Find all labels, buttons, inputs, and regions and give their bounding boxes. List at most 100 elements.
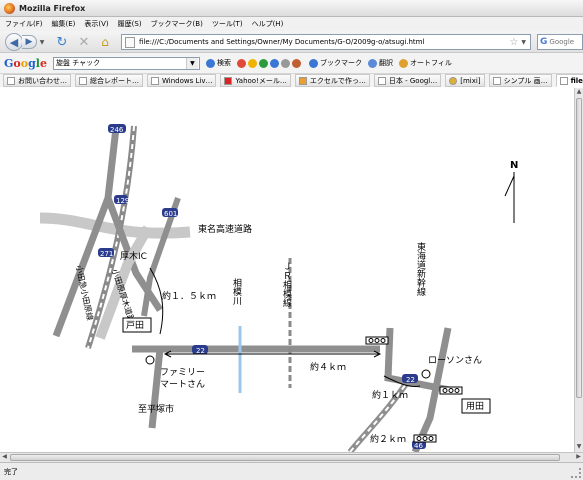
svg-text:129: 129 <box>116 197 129 205</box>
star-icon <box>308 58 318 68</box>
menu-file[interactable]: ファイル(F) <box>5 19 43 29</box>
access-map: N 246 129 601 271 22 22 46 東名高速道路 小田急小田原… <box>39 124 518 452</box>
to-hiratsuka-label: 至平塚市 <box>138 403 174 415</box>
menu-bookmarks[interactable]: ブックマーク(B) <box>151 19 203 29</box>
page-icon <box>79 76 87 85</box>
tool-icon[interactable] <box>269 58 279 68</box>
sagami-river-label: 相模川 <box>231 277 242 305</box>
tool-icon[interactable] <box>236 58 246 68</box>
google-toolbar: Google ▼ 検索 ブックマーク 翻訳 オートフィル お問い合わせ… 総合レ… <box>0 53 583 87</box>
vertical-scrollbar[interactable]: ▲ ▼ <box>574 88 583 452</box>
google-engine-icon[interactable]: G <box>540 37 547 47</box>
page-icon <box>492 76 501 85</box>
tool-icon[interactable] <box>291 58 301 68</box>
google-search-dropdown-icon[interactable]: ▼ <box>185 57 198 69</box>
distance-1-5km-label: 約１．５ｋｍ <box>162 290 216 302</box>
familymart-marker <box>145 355 155 365</box>
scroll-up-icon[interactable]: ▲ <box>575 88 583 97</box>
bookmark-item[interactable]: Windows Liv… <box>147 74 217 87</box>
url-input[interactable] <box>139 38 510 46</box>
page-icon <box>377 76 386 85</box>
title-bar: Mozilla Firefox <box>0 0 583 17</box>
route-shield-22-east: 22 <box>402 374 418 384</box>
svg-text:601: 601 <box>164 210 177 218</box>
page-content: N 246 129 601 271 22 22 46 東名高速道路 小田急小田原… <box>0 88 574 452</box>
shinkansen-label: 東海道新幹線 <box>415 241 426 296</box>
scroll-left-icon[interactable]: ◀ <box>0 453 9 462</box>
bookmark-item[interactable]: エクセルで作っ… <box>294 74 370 87</box>
distance-4km-label: 約４ｋｍ <box>310 361 346 373</box>
google-search-input[interactable] <box>53 59 186 67</box>
route-shield-246: 246 <box>108 124 126 134</box>
svg-text:22: 22 <box>406 376 415 384</box>
tool-icon[interactable] <box>280 58 290 68</box>
menu-bar: ファイル(F) 編集(E) 表示(V) 履歴(S) ブックマーク(B) ツール(… <box>0 17 583 31</box>
stop-icon[interactable]: ✕ <box>76 34 92 50</box>
back-arrow-icon: ◀ <box>9 35 19 49</box>
route-shield-601: 601 <box>162 208 178 218</box>
lawson-marker <box>421 369 431 379</box>
svg-text:271: 271 <box>100 250 113 258</box>
tool-icon[interactable] <box>247 58 257 68</box>
page-icon <box>559 76 568 85</box>
back-button[interactable]: ◀ <box>5 33 23 51</box>
page-icon <box>125 36 135 48</box>
google-search-button[interactable]: 検索 <box>205 58 231 68</box>
bookmark-item[interactable]: シンプル 画… <box>488 74 552 87</box>
traffic-light-icon <box>365 336 389 345</box>
page-icon <box>151 76 159 85</box>
bookmark-item[interactable]: [mixi] <box>445 74 485 87</box>
distance-1km-label: 約１ｋｍ <box>372 389 408 401</box>
reload-icon[interactable]: ↻ <box>54 34 70 50</box>
svg-text:46: 46 <box>414 442 423 450</box>
odakyu-line-label: 小田急小田原線 <box>74 264 95 321</box>
traffic-light-icon <box>413 434 437 443</box>
north-arrow-head <box>504 175 515 197</box>
google-tool-icons <box>236 58 303 68</box>
forward-button[interactable]: ▶ <box>22 35 37 49</box>
search-bar[interactable]: G <box>537 34 583 50</box>
tool-icon[interactable] <box>258 58 268 68</box>
forward-arrow-icon: ▶ <box>25 37 33 47</box>
menu-view[interactable]: 表示(V) <box>84 19 108 29</box>
lawson-label: ローソンさん <box>428 355 482 366</box>
horizontal-scrollbar[interactable]: ◀ ▶ <box>0 452 583 462</box>
bookmark-item[interactable]: Yahoo!メール… <box>220 74 291 87</box>
history-dropdown-icon[interactable]: ▼ <box>38 37 46 47</box>
google-logo[interactable]: Google <box>4 57 47 70</box>
toda-left-label: 戸田 <box>126 320 144 331</box>
bookmarks-bar: お問い合わせ… 総合レポート… Windows Liv… Yahoo!メール… … <box>0 73 583 87</box>
bookmark-item[interactable]: お問い合わせ… <box>3 74 71 87</box>
url-dropdown-icon[interactable]: ▼ <box>521 39 526 46</box>
menu-edit[interactable]: 編集(E) <box>52 19 76 29</box>
menu-history[interactable]: 履歴(S) <box>118 19 142 29</box>
google-search-box[interactable]: ▼ <box>52 56 200 70</box>
bookmark-star-icon[interactable]: ☆ <box>509 37 518 48</box>
vertical-scroll-thumb[interactable] <box>576 98 582 398</box>
scroll-right-icon[interactable]: ▶ <box>574 453 583 462</box>
scroll-down-icon[interactable]: ▼ <box>575 443 583 452</box>
navigation-toolbar: ◀ ▶ ▼ ↻ ✕ ⌂ ☆ ▼ G <box>0 31 583 53</box>
resize-grip-icon[interactable] <box>571 468 581 478</box>
tab-current[interactable]: file…tml <box>555 74 583 87</box>
address-bar[interactable]: ☆ ▼ <box>121 34 531 50</box>
search-input[interactable] <box>549 38 576 46</box>
window-title: Mozilla Firefox <box>19 3 86 13</box>
horizontal-scroll-thumb[interactable] <box>10 454 560 461</box>
yahoo-icon <box>224 76 233 85</box>
home-icon[interactable]: ⌂ <box>97 34 113 50</box>
status-bar: 完了 <box>0 462 583 480</box>
google-translate-button[interactable]: 翻訳 <box>367 58 393 68</box>
status-text: 完了 <box>4 467 18 476</box>
menu-help[interactable]: ヘルプ(H) <box>252 19 284 29</box>
page-icon <box>7 76 15 85</box>
google-autofill-button[interactable]: オートフィル <box>398 58 452 68</box>
familymart-label-2: マートさん <box>160 379 205 390</box>
north-label: N <box>510 160 518 171</box>
bookmark-item[interactable]: 日本 - Googl… <box>373 74 442 87</box>
svg-text:246: 246 <box>110 126 124 134</box>
google-bookmark-button[interactable]: ブックマーク <box>308 58 362 68</box>
traffic-light-icon <box>439 386 463 395</box>
bookmark-item[interactable]: 総合レポート… <box>75 74 143 87</box>
menu-tools[interactable]: ツール(T) <box>212 19 243 29</box>
